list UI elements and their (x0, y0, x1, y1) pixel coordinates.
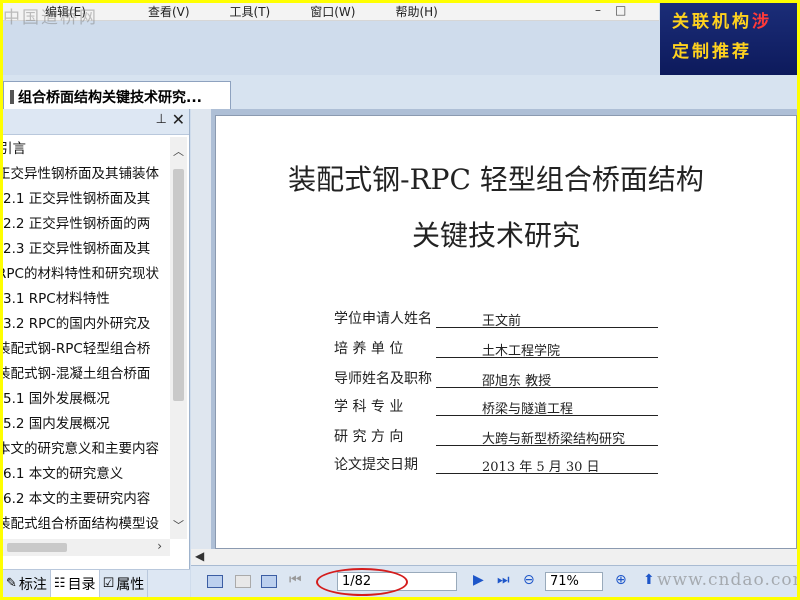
app-frame: 编辑(E) 查看(V) 工具(T) 窗口(W) 帮助(H) 中国道桥网 – □ … (3, 3, 797, 597)
banner-line1-red: 涉 (752, 12, 772, 32)
field-value: 邵旭东 教授 (436, 366, 658, 389)
tab-contents[interactable]: ☷ 目录 (50, 570, 100, 597)
document-page: 装配式钢-RPC 轻型组合桥面结构 关键技术研究 学位申请人姓名 王文前 培 养… (215, 115, 797, 549)
toc-item[interactable]: 3.1 RPC材料特性 (3, 287, 170, 312)
document-icon (10, 90, 14, 104)
toc-item[interactable]: 装配式钢-RPC轻型组合桥 (3, 337, 170, 362)
banner-line1: 关联机构 (672, 12, 752, 32)
next-page-icon[interactable]: ▶ (473, 572, 484, 588)
tab-annotations[interactable]: ✎ 标注 (3, 570, 51, 597)
doc-horizontal-scrollbar[interactable]: ◀ (191, 549, 797, 565)
document-tab[interactable]: 组合桥面结构关键技术研究... (3, 81, 231, 109)
toc-item[interactable]: 2.3 正交异性钢桥面及其 (3, 237, 170, 262)
first-page-icon[interactable]: ⏮ (289, 572, 302, 588)
toc-item[interactable]: 5.2 国内发展概况 (3, 412, 170, 437)
toc-item[interactable]: 6.2 本文的主要研究内容 (3, 487, 170, 512)
pane-header: ⊥ ✕ (3, 109, 189, 135)
document-tab-title: 组合桥面结构关键技术研究... (18, 90, 202, 106)
list-icon: ☷ (53, 576, 66, 591)
toc-item[interactable]: 引言 (3, 137, 170, 162)
field-label: 研 究 方 向 (334, 429, 404, 445)
document-tab-strip: 组合桥面结构关键技术研究... (3, 75, 797, 109)
watermark-top: 中国道桥网 (3, 8, 98, 28)
status-bar: ⏮ 1/82 ▶ ⏭ ⊖ 71% ⊕ ⬆ www.cndao.com (191, 565, 797, 597)
chevron-left-icon[interactable]: ◀ (195, 549, 204, 563)
toc-item[interactable]: 正交异性钢桥面及其铺装体 (3, 162, 170, 187)
field-label: 培 养 单 位 (334, 341, 404, 357)
field-value: 2013 年 5 月 30 日 (436, 452, 658, 475)
close-icon[interactable]: ✕ (172, 110, 185, 129)
scrollbar-thumb[interactable] (173, 169, 184, 401)
toc-item[interactable]: 3.2 RPC的国内外研究及 (3, 312, 170, 337)
document-viewport[interactable]: 装配式钢-RPC 轻型组合桥面结构 关键技术研究 学位申请人姓名 王文前 培 养… (191, 109, 797, 565)
menu-tools[interactable]: 工具(T) (224, 3, 277, 20)
doc-title-line2: 关键技术研究 (411, 219, 580, 252)
tab-properties[interactable]: ☑ 属性 (100, 570, 149, 597)
field-value: 桥梁与隧道工程 (436, 394, 658, 417)
toc-item[interactable]: 本文的研究意义和主要内容 (3, 437, 170, 462)
doc-side-strip (191, 109, 211, 565)
toc-item[interactable]: 2.2 正交异性钢桥面的两 (3, 212, 170, 237)
continuous-view-icon[interactable] (235, 575, 251, 588)
menu-bar: 编辑(E) 查看(V) 工具(T) 窗口(W) 帮助(H) (3, 3, 659, 21)
zoom-input[interactable]: 71% (545, 572, 603, 591)
toc-item[interactable]: 5.1 国外发展概况 (3, 387, 170, 412)
toc-item[interactable]: RPC的材料特性和研究现状 (3, 262, 170, 287)
field-label: 导师姓名及职称 (334, 371, 432, 387)
field-label: 学 科 专 业 (334, 399, 404, 415)
minimize-icon[interactable]: – (595, 3, 601, 17)
pencil-icon: ✎ (6, 576, 17, 591)
last-page-icon[interactable]: ⏭ (497, 572, 510, 588)
pin-icon[interactable]: ⊥ (156, 112, 167, 127)
toc-item[interactable]: 2.1 正交异性钢桥面及其 (3, 187, 170, 212)
field-label: 学位申请人姓名 (334, 311, 432, 327)
chevron-down-icon[interactable]: ﹀ (173, 517, 184, 533)
chevron-right-icon[interactable]: › (157, 539, 162, 553)
menu-view[interactable]: 查看(V) (142, 3, 196, 20)
menu-help[interactable]: 帮助(H) (389, 3, 443, 20)
field-value: 王文前 (436, 306, 658, 329)
toc-item[interactable]: 装配式钢-混凝土组合桥面 (3, 362, 170, 387)
two-page-view-icon[interactable] (261, 575, 277, 588)
restore-icon[interactable]: □ (615, 3, 626, 17)
doc-title-line1: 装配式钢-RPC 轻型组合桥面结构 (288, 163, 704, 196)
arrow-up-icon[interactable]: ⬆ (643, 572, 655, 588)
zoom-out-icon[interactable]: ⊖ (523, 572, 535, 588)
field-label: 论文提交日期 (334, 457, 418, 473)
properties-icon: ☑ (102, 576, 115, 591)
banner-line2: 定制推荐 (672, 42, 752, 62)
field-value: 大跨与新型桥梁结构研究 (436, 424, 658, 447)
toc-item[interactable]: 6.1 本文的研究意义 (3, 462, 170, 487)
menu-window[interactable]: 窗口(W) (304, 3, 361, 20)
chevron-up-icon[interactable]: ︿ (173, 143, 184, 159)
window-controls: – □ (595, 3, 626, 17)
app-root: { "watermark_top": "中国道桥网", "menu": ["编辑… (0, 0, 800, 600)
left-pane: ⊥ ✕ 引言 正交异性钢桥面及其铺装体 2.1 正交异性钢桥面及其 2.2 正交… (3, 109, 190, 597)
toc-horizontal-scrollbar[interactable]: › (3, 539, 170, 556)
tab-label: 目录 (67, 576, 96, 593)
watermark-bottom: www.cndao.com (657, 570, 797, 590)
tab-label: 标注 (18, 576, 47, 593)
toc-item[interactable]: 装配式组合桥面结构模型设 (3, 512, 170, 537)
toc-vertical-scrollbar[interactable]: ︿ ﹀ (170, 137, 187, 539)
pane-tab-bar: ✎ 标注 ☷ 目录 ☑ 属性 (3, 569, 190, 597)
highlight-oval (316, 568, 408, 596)
single-page-view-icon[interactable] (207, 575, 223, 588)
zoom-in-icon[interactable]: ⊕ (615, 572, 627, 588)
toc-list: 引言 正交异性钢桥面及其铺装体 2.1 正交异性钢桥面及其 2.2 正交异性钢桥… (3, 137, 170, 539)
ad-banner[interactable]: 关联机构涉 定制推荐 (660, 3, 797, 75)
field-value: 土木工程学院 (436, 336, 658, 359)
scrollbar-thumb[interactable] (7, 543, 67, 552)
tab-label: 属性 (116, 576, 145, 593)
